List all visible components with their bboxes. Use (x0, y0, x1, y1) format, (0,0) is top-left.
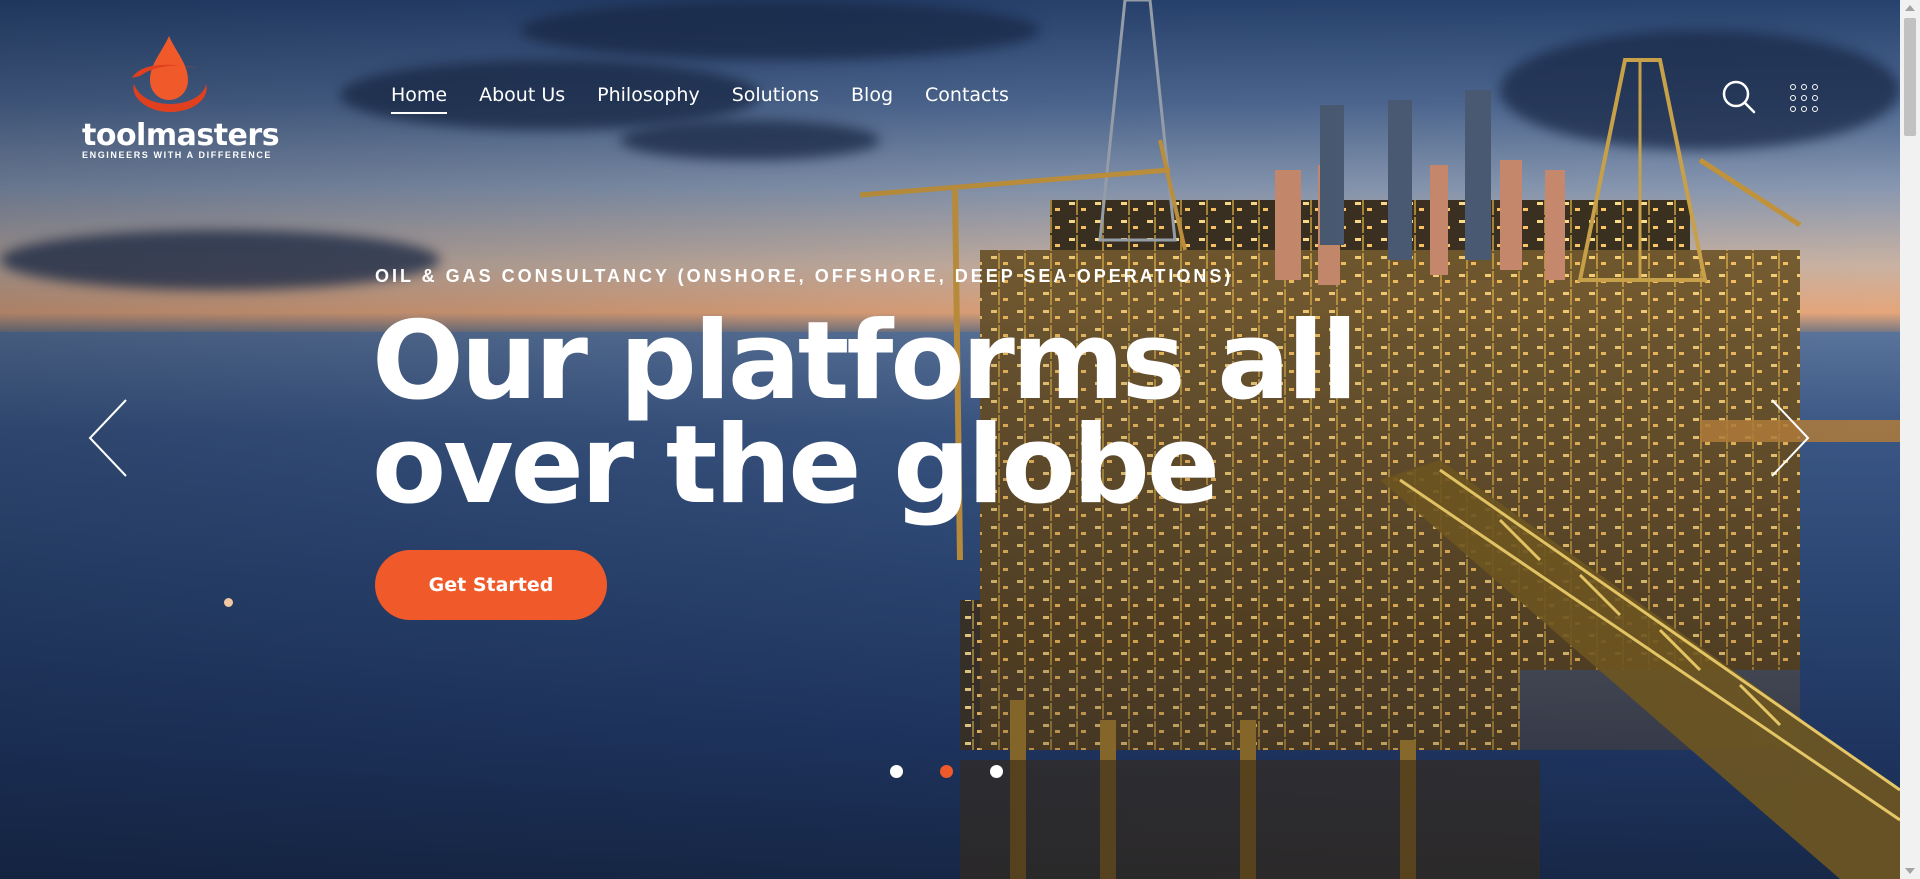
search-icon (1722, 80, 1756, 114)
hero-headline-line-1: Our platforms all (372, 299, 1358, 424)
main-nav: Home About Us Philosophy Solutions Blog … (391, 84, 1009, 114)
decorative-dot (224, 598, 233, 607)
slider-prev-button[interactable] (86, 398, 130, 478)
slider-dot-1[interactable] (890, 765, 903, 778)
nav-item-about-us[interactable]: About Us (479, 84, 565, 114)
slider-dot-2[interactable] (940, 765, 953, 778)
chevron-left-icon (88, 399, 127, 477)
nav-item-blog[interactable]: Blog (851, 84, 893, 114)
page-scrollbar[interactable] (1900, 0, 1920, 879)
slider-next-button[interactable] (1768, 398, 1812, 478)
nav-item-solutions[interactable]: Solutions (732, 84, 819, 114)
nav-item-home[interactable]: Home (391, 84, 448, 114)
hero-eyebrow: OIL & GAS CONSULTANCY (ONSHORE, OFFSHORE… (375, 266, 1234, 286)
logo[interactable]: toolmasters ENGINEERS WITH A DIFFERENCE (80, 34, 280, 164)
chevron-right-icon (1771, 399, 1810, 477)
nav-item-philosophy[interactable]: Philosophy (597, 84, 700, 114)
grid-menu-icon[interactable] (1790, 84, 1818, 112)
get-started-button[interactable]: Get Started (375, 550, 607, 620)
oil-drop-logo-icon (132, 36, 207, 112)
slider-pagination (890, 765, 1003, 778)
hero-headline-line-2: over the globe (372, 403, 1220, 528)
brand-name: toolmasters (82, 118, 280, 153)
hero-headline: Our platforms all over the globe (372, 299, 1358, 528)
slider-dot-3[interactable] (990, 765, 1003, 778)
nav-item-contacts[interactable]: Contacts (925, 84, 1009, 114)
scroll-down-icon[interactable] (1905, 868, 1915, 874)
search-button[interactable] (1722, 80, 1756, 114)
brand-tagline: ENGINEERS WITH A DIFFERENCE (82, 150, 273, 160)
scroll-up-icon[interactable] (1905, 5, 1915, 11)
scrollbar-thumb[interactable] (1904, 18, 1916, 136)
